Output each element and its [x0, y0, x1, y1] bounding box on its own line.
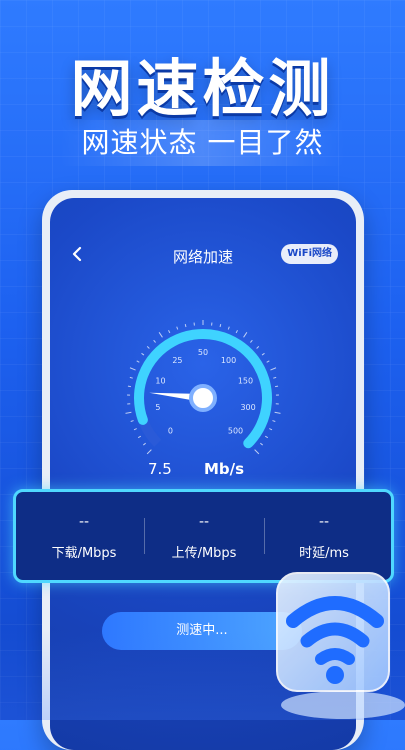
gauge-tick	[255, 450, 259, 454]
gauge-tick	[272, 421, 275, 422]
gauge-hub	[191, 386, 215, 410]
gauge-tick-label: 150	[238, 376, 253, 385]
gauge-tick-label: 50	[198, 348, 208, 357]
gauge-tick-label: 100	[221, 356, 236, 365]
gauge-tick	[250, 340, 252, 342]
gauge-tick	[269, 429, 272, 430]
speed-readout: 7.5 Mb/s	[50, 460, 356, 482]
gauge-tick-label: 500	[228, 427, 243, 436]
gauge-tick	[168, 330, 169, 333]
gauge-tick	[142, 353, 144, 355]
promo-headline: 网速检测	[0, 38, 405, 128]
gauge-tick	[265, 436, 268, 438]
gauge-tick-label: 25	[172, 356, 182, 365]
gauge-tick	[185, 324, 186, 327]
gauge-tick	[260, 443, 262, 445]
gauge-tick-label: 300	[240, 403, 255, 412]
gauge-tick	[130, 377, 133, 378]
gauge-tick-label: 0	[168, 427, 173, 436]
promo-subline: 网速状态 一目了然	[60, 120, 345, 166]
gauge-tick	[159, 332, 162, 337]
upload-value: --	[144, 514, 264, 530]
wifi-icon	[265, 555, 405, 720]
gauge-tick	[147, 346, 149, 348]
gauge-tick-label: 5	[155, 403, 160, 412]
gauge-tick	[220, 324, 221, 327]
gauge-tick	[134, 429, 137, 430]
gauge-tick	[270, 368, 276, 370]
gauge-tick	[257, 346, 259, 348]
upload-stat: -- 上传/Mbps	[144, 492, 264, 580]
gauge-tick	[131, 421, 134, 422]
gauge-tick	[154, 340, 156, 342]
gauge-tick	[273, 377, 276, 378]
gauge-tick	[126, 412, 132, 413]
gauge-tick	[177, 327, 178, 330]
gauge-tick	[236, 330, 237, 333]
gauge-tick	[143, 443, 145, 445]
download-stat: -- 下载/Mbps	[24, 492, 144, 580]
gauge-tick	[138, 436, 141, 438]
download-label: 下载/Mbps	[24, 542, 144, 561]
download-value: --	[24, 514, 144, 530]
gauge-tick	[262, 353, 264, 355]
gauge-tick	[228, 327, 229, 330]
gauge-tick	[147, 450, 151, 454]
speed-unit: Mb/s	[204, 460, 244, 478]
app-header: 网络加速 WiFi网络	[50, 242, 356, 270]
gauge-tick	[130, 368, 136, 370]
speed-gauge: 0 5 10 25 50 100 150 300 500	[108, 320, 298, 460]
upload-label: 上传/Mbps	[144, 542, 264, 561]
latency-value: --	[264, 514, 384, 530]
gauge-tick	[275, 412, 281, 413]
gauge-tick	[137, 361, 140, 362]
gauge-tick	[267, 361, 270, 362]
speed-value: 7.5	[148, 460, 172, 478]
gauge-tick-label: 10	[155, 376, 165, 385]
network-type-badge[interactable]: WiFi网络	[281, 244, 338, 264]
gauge-tick	[244, 332, 247, 337]
